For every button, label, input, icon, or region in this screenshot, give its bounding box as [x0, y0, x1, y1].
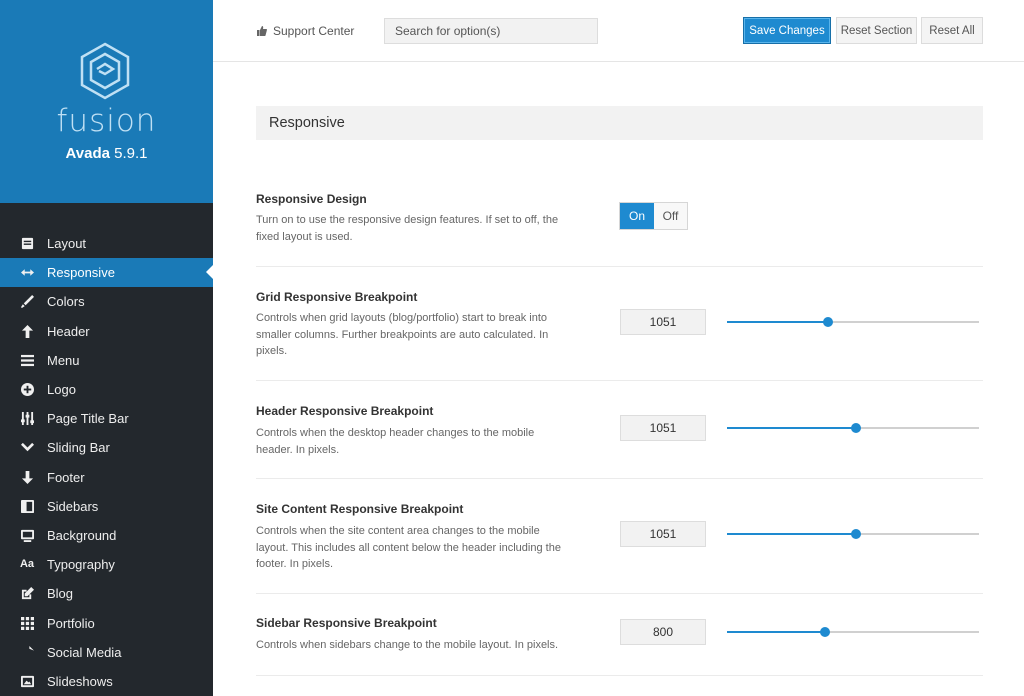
reset-all-button[interactable]: Reset All: [921, 17, 983, 44]
plus-circle-icon: [20, 383, 34, 397]
menu-icon: [20, 353, 34, 367]
option-responsive-design: Responsive Design Turn on to use the res…: [256, 180, 983, 267]
slider-handle[interactable]: [822, 317, 833, 327]
slider-fill: [727, 321, 828, 323]
sidebar-item-label: Background: [47, 527, 117, 543]
sliders-icon: [20, 412, 34, 426]
brand-name: fusion: [56, 103, 157, 139]
sidebar-item-label: Logo: [47, 382, 76, 398]
product-name: Avada: [65, 145, 110, 162]
sidebar-item-label: Footer: [47, 469, 85, 485]
sidebar-item-label: Portfolio: [47, 615, 95, 631]
content-breakpoint-slider[interactable]: [727, 529, 979, 539]
content-breakpoint-value[interactable]: 1051: [620, 521, 706, 547]
monitor-icon: [20, 528, 34, 542]
thumbs-up-icon: [257, 26, 267, 36]
top-bar: Support Center Save Changes Reset Sectio…: [213, 0, 1024, 62]
sidebar-item-label: Slideshows: [47, 673, 113, 689]
toggle-on-button[interactable]: On: [620, 203, 654, 229]
option-grid-breakpoint: Grid Responsive Breakpoint Controls when…: [256, 267, 983, 381]
search-input[interactable]: [384, 18, 598, 44]
sidebar-item-label: Sidebars: [47, 498, 99, 514]
support-center-link[interactable]: Support Center: [257, 24, 354, 38]
section-title: Responsive: [256, 106, 983, 140]
option-content-breakpoint: Site Content Responsive Breakpoint Contr…: [256, 479, 983, 594]
sidebar-item-label: Header: [47, 323, 90, 339]
option-description: Controls when the desktop header changes…: [256, 427, 535, 456]
slider-handle[interactable]: [850, 423, 861, 433]
option-description: Controls when grid layouts (blog/portfol…: [256, 312, 549, 357]
sidebar-item-sliding-bar[interactable]: Sliding Bar: [0, 433, 213, 462]
brush-icon: [20, 295, 34, 309]
sidebar-item-label: Page Title Bar: [47, 411, 129, 427]
arrows-horizontal-icon: [20, 266, 34, 280]
brand-panel: fusion Avada 5.9.1: [0, 0, 213, 203]
sidebar-item-sidebars[interactable]: Sidebars: [0, 492, 213, 521]
brand-version: Avada 5.9.1: [0, 145, 213, 162]
share-icon: [20, 645, 34, 659]
responsive-design-toggle[interactable]: On Off: [619, 202, 688, 230]
version-number: 5.9.1: [114, 145, 148, 162]
layout-icon: [20, 237, 34, 251]
slider-fill: [727, 533, 856, 535]
sidebar-breakpoint-value[interactable]: 800: [620, 619, 706, 645]
sidebar-item-footer[interactable]: Footer: [0, 463, 213, 492]
sidebar-item-label: Sliding Bar: [47, 440, 110, 456]
header-breakpoint-value[interactable]: 1051: [620, 415, 706, 441]
sidebar-item-label: Colors: [47, 294, 85, 310]
slider-handle[interactable]: [820, 627, 831, 637]
grid-breakpoint-value[interactable]: 1051: [620, 309, 706, 335]
sidebar-item-label: Blog: [47, 586, 74, 602]
sidebar: fusion Avada 5.9.1 Layout Responsive Col…: [0, 0, 213, 696]
option-title: Responsive Design: [256, 192, 367, 206]
edit-icon: [20, 587, 34, 601]
sidebar-item-label: Social Media: [47, 644, 122, 660]
sidebar-item-label: Menu: [47, 352, 80, 368]
sidebar-item-social-media[interactable]: Social Media: [0, 638, 213, 667]
sidebar-item-label: Responsive: [47, 265, 115, 281]
sidebar-breakpoint-slider[interactable]: [727, 627, 979, 637]
option-title: Site Content Responsive Breakpoint: [256, 502, 464, 516]
sidebar-item-label: Layout: [47, 236, 87, 252]
typography-icon: Aa: [19, 558, 35, 571]
sidebars-icon: [20, 499, 34, 513]
option-description: Turn on to use the responsive design fea…: [256, 214, 559, 243]
reset-section-button[interactable]: Reset Section: [836, 17, 917, 44]
option-sidebar-breakpoint: Sidebar Responsive Breakpoint Controls w…: [256, 594, 983, 676]
image-icon: [20, 674, 34, 688]
option-description: Controls when the site content area chan…: [256, 525, 561, 570]
sidebar-item-logo[interactable]: Logo: [0, 375, 213, 404]
chevron-down-icon: [20, 441, 34, 455]
sidebar-item-typography[interactable]: Aa Typography: [0, 550, 213, 579]
slider-handle[interactable]: [850, 529, 861, 539]
sidebar-nav: Layout Responsive Colors Header Menu Log…: [0, 229, 213, 696]
sidebar-item-portfolio[interactable]: Portfolio: [0, 608, 213, 637]
sidebar-item-slideshows[interactable]: Slideshows: [0, 667, 213, 696]
sidebar-item-colors[interactable]: Colors: [0, 287, 213, 316]
header-breakpoint-slider[interactable]: [727, 423, 979, 433]
arrow-down-icon: [20, 470, 34, 484]
option-description: Controls when sidebars change to the mob…: [256, 639, 559, 651]
sidebar-item-label: Typography: [47, 557, 115, 573]
option-title: Header Responsive Breakpoint: [256, 404, 434, 418]
option-title: Sidebar Responsive Breakpoint: [256, 616, 437, 630]
sidebar-item-header[interactable]: Header: [0, 317, 213, 346]
sidebar-item-page-title-bar[interactable]: Page Title Bar: [0, 404, 213, 433]
arrow-up-icon: [20, 324, 34, 338]
grid-breakpoint-slider[interactable]: [727, 317, 979, 327]
grid-icon: [20, 616, 34, 630]
sidebar-item-layout[interactable]: Layout: [0, 229, 213, 258]
option-title: Grid Responsive Breakpoint: [256, 290, 418, 304]
toggle-off-button[interactable]: Off: [654, 203, 687, 229]
support-center-label: Support Center: [273, 24, 355, 38]
slider-fill: [727, 631, 826, 633]
sidebar-item-blog[interactable]: Blog: [0, 579, 213, 608]
option-header-breakpoint: Header Responsive Breakpoint Controls wh…: [256, 381, 983, 479]
sidebar-item-responsive[interactable]: Responsive: [0, 258, 213, 288]
slider-fill: [727, 427, 856, 429]
sidebar-item-menu[interactable]: Menu: [0, 346, 213, 375]
save-changes-button[interactable]: Save Changes: [743, 17, 831, 44]
sidebar-item-background[interactable]: Background: [0, 521, 213, 550]
fusion-logo-icon: [80, 42, 130, 100]
